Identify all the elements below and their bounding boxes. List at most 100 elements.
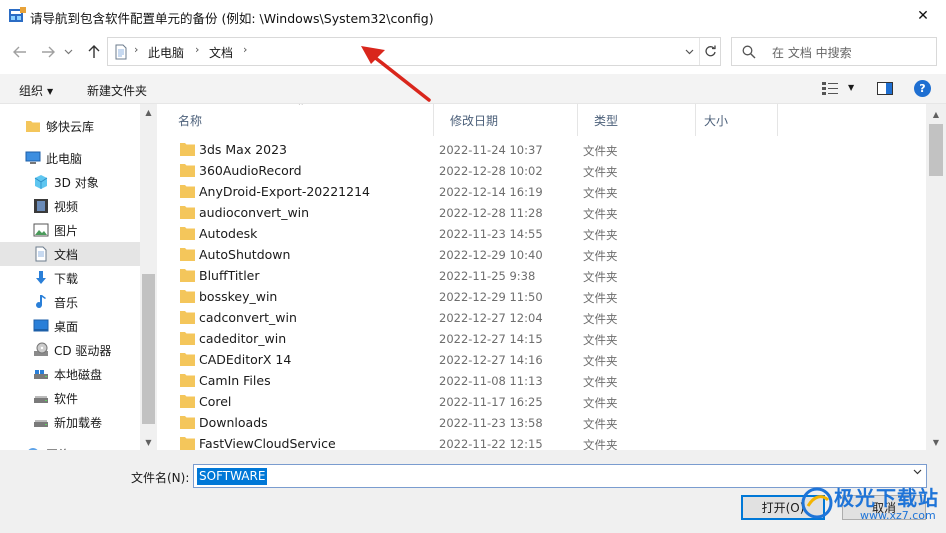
table-row[interactable]: CADEditorX 14 2022-12-27 14:16 文件夹: [162, 349, 926, 370]
caret-down-icon[interactable]: ▼: [848, 83, 854, 92]
nav-item-local-disk[interactable]: 本地磁盘: [0, 362, 140, 386]
scroll-down-icon[interactable]: ▼: [926, 434, 946, 450]
help-icon[interactable]: ?: [914, 80, 931, 97]
desktop-icon: [33, 319, 49, 332]
pictures-icon: [33, 223, 49, 237]
organize-menu[interactable]: 组织 ▼: [19, 82, 53, 99]
chevron-down-icon: [685, 49, 693, 54]
title-bar: 请导航到包含软件配置单元的备份 (例如: \Windows\System32\c…: [0, 0, 946, 32]
nav-item-software-drive[interactable]: 软件: [0, 386, 140, 410]
file-date: 2022-11-25 9:38: [439, 269, 536, 283]
column-label: 大小: [704, 114, 729, 128]
nav-scrollbar-thumb[interactable]: [142, 274, 155, 424]
nav-item-this-pc[interactable]: 此电脑: [0, 146, 140, 170]
table-row[interactable]: 360AudioRecord 2022-12-28 10:02 文件夹: [162, 160, 926, 181]
table-row[interactable]: BluffTitler 2022-11-25 9:38 文件夹: [162, 265, 926, 286]
table-row[interactable]: cadconvert_win 2022-12-27 12:04 文件夹: [162, 307, 926, 328]
nav-label: 桌面: [54, 320, 79, 334]
filename-label: 文件名(N):: [131, 471, 190, 485]
refresh-button[interactable]: [699, 38, 721, 65]
table-row[interactable]: Corel 2022-11-17 16:25 文件夹: [162, 391, 926, 412]
column-type[interactable]: 类型: [578, 104, 696, 136]
organize-label: 组织: [19, 84, 44, 98]
chevron-down-icon[interactable]: [913, 468, 922, 478]
table-row[interactable]: Downloads 2022-11-23 13:58 文件夹: [162, 412, 926, 433]
column-size[interactable]: 大小: [696, 104, 778, 136]
folder-icon: [180, 374, 195, 387]
file-name: cadconvert_win: [199, 310, 297, 325]
column-label: 名称: [178, 114, 203, 128]
file-date: 2022-11-23 13:58: [439, 416, 543, 430]
up-button[interactable]: [84, 42, 104, 62]
nav-item-music[interactable]: 音乐: [0, 290, 140, 314]
file-date: 2022-11-24 10:37: [439, 143, 543, 157]
recent-locations-button[interactable]: [62, 42, 74, 62]
scroll-down-icon[interactable]: ▼: [140, 434, 157, 450]
column-name[interactable]: 名称 ⌃: [162, 104, 434, 136]
address-history-dropdown[interactable]: [679, 38, 699, 65]
nav-item-downloads[interactable]: 下载: [0, 266, 140, 290]
arrow-right-icon: [42, 46, 55, 58]
file-date: 2022-11-08 11:13: [439, 374, 543, 388]
breadcrumb-documents[interactable]: 文档: [209, 44, 233, 61]
forward-button[interactable]: [38, 42, 58, 62]
file-date: 2022-12-28 11:28: [439, 206, 543, 220]
file-date: 2022-12-27 12:04: [439, 311, 543, 325]
table-row[interactable]: AnyDroid-Export-20221214 2022-12-14 16:19…: [162, 181, 926, 202]
file-type: 文件夹: [583, 438, 618, 450]
nav-item-desktop[interactable]: 桌面: [0, 314, 140, 338]
column-date[interactable]: 修改日期: [434, 104, 578, 136]
file-list-scrollbar-thumb[interactable]: [929, 124, 943, 176]
nav-item-new-volume[interactable]: 新加载卷: [0, 410, 140, 434]
view-options-icon[interactable]: [822, 82, 840, 95]
folder-icon: [180, 416, 195, 429]
preview-pane-icon[interactable]: [877, 82, 893, 95]
folder-icon: [180, 164, 195, 177]
nav-label: 软件: [54, 392, 79, 406]
navigation-pane: 够快云库 此电脑 3D 对象 视频 图片 文档 下载 音乐 桌面 CD 驱动器 …: [0, 104, 157, 450]
table-row[interactable]: FastViewCloudService 2022-11-22 12:15 文件夹: [162, 433, 926, 450]
sort-ascending-icon: ⌃: [297, 104, 305, 112]
table-row[interactable]: Autodesk 2022-11-23 14:55 文件夹: [162, 223, 926, 244]
nav-scrollbar[interactable]: ▲ ▼: [140, 104, 157, 450]
3d-objects-icon: [34, 175, 48, 189]
new-folder-button[interactable]: 新建文件夹: [87, 82, 147, 99]
close-button[interactable]: ✕: [900, 0, 946, 32]
table-row[interactable]: CamIn Files 2022-11-08 11:13 文件夹: [162, 370, 926, 391]
table-row[interactable]: audioconvert_win 2022-12-28 11:28 文件夹: [162, 202, 926, 223]
search-input[interactable]: 在 文档 中搜索: [772, 44, 852, 61]
nav-item-gokuai[interactable]: 够快云库: [0, 114, 140, 138]
watermark-url: www.xz7.com: [860, 509, 936, 522]
breadcrumb-this-pc[interactable]: 此电脑: [148, 44, 184, 61]
file-list-scrollbar[interactable]: ▲ ▼: [926, 104, 946, 450]
nav-item-3d-objects[interactable]: 3D 对象: [0, 170, 140, 194]
nav-item-documents[interactable]: 文档: [0, 242, 140, 266]
close-icon: ✕: [917, 8, 929, 24]
scroll-up-icon[interactable]: ▲: [926, 106, 946, 122]
file-name: Corel: [199, 394, 232, 409]
column-label: 修改日期: [450, 114, 499, 128]
breadcrumb-separator: ›: [134, 43, 139, 56]
scroll-up-icon[interactable]: ▲: [140, 104, 157, 120]
file-list: 名称 ⌃ 修改日期 类型 大小 3ds Max 2023 2022-11-24 1…: [162, 104, 926, 450]
table-row[interactable]: 3ds Max 2023 2022-11-24 10:37 文件夹: [162, 139, 926, 160]
back-button[interactable]: [10, 42, 30, 62]
search-icon: [742, 45, 756, 59]
table-row[interactable]: cadeditor_win 2022-12-27 14:15 文件夹: [162, 328, 926, 349]
cd-drive-icon: [34, 342, 48, 356]
search-box[interactable]: 在 文档 中搜索: [731, 37, 937, 66]
folder-icon: [26, 121, 40, 132]
nav-item-cd-drive[interactable]: CD 驱动器: [0, 338, 140, 362]
table-row[interactable]: bosskey_win 2022-12-29 11:50 文件夹: [162, 286, 926, 307]
nav-item-pictures[interactable]: 图片: [0, 218, 140, 242]
folder-icon: [180, 227, 195, 240]
nav-item-network[interactable]: 网络: [0, 442, 140, 450]
file-type: 文件夹: [583, 375, 618, 389]
file-name: CamIn Files: [199, 373, 271, 388]
chevron-down-icon: [64, 49, 72, 55]
nav-item-videos[interactable]: 视频: [0, 194, 140, 218]
table-row[interactable]: AutoShutdown 2022-12-29 10:40 文件夹: [162, 244, 926, 265]
file-date: 2022-12-29 11:50: [439, 290, 543, 304]
video-icon: [34, 199, 48, 213]
drive-icon: [34, 396, 48, 403]
